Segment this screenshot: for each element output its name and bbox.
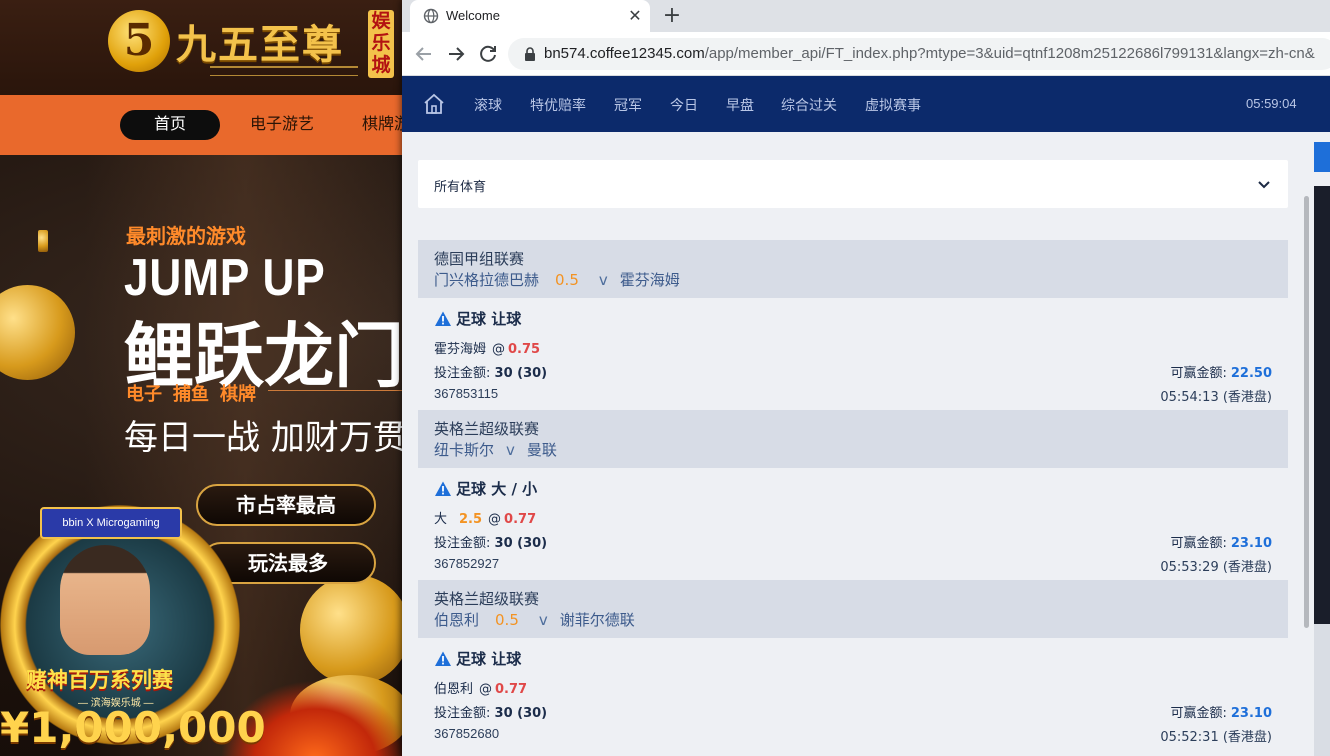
lock-icon[interactable] xyxy=(522,46,538,62)
odds-value: 0.77 xyxy=(495,682,528,697)
coin-decoration xyxy=(38,230,48,252)
bet-type-title: 足球 让球 xyxy=(434,648,521,669)
url-text[interactable]: bn574.coffee12345.com/app/member_api/FT_… xyxy=(544,45,1315,62)
sport-filter-dropdown[interactable]: 所有体育 xyxy=(418,160,1288,208)
nav-best-odds[interactable]: 特优赔率 xyxy=(530,95,586,115)
site-logo-badge: 娱乐城 xyxy=(368,10,394,78)
reload-icon[interactable] xyxy=(476,42,500,66)
logo-5-icon: 5 xyxy=(108,10,170,72)
nav-parlay[interactable]: 综合过关 xyxy=(781,95,837,115)
warning-icon xyxy=(435,651,451,666)
hero-categories: 电子 捕鱼 棋牌 xyxy=(126,384,257,404)
ticket-time: 05:54:13 (香港盘) xyxy=(1160,390,1272,405)
bet-selection: 大 2.5 @0.77 xyxy=(434,512,537,527)
away-team: 霍芬海姆 xyxy=(619,271,680,289)
coin-decoration xyxy=(0,285,75,380)
nav-live[interactable]: 滚球 xyxy=(474,95,502,115)
nav-outright[interactable]: 冠军 xyxy=(614,95,642,115)
bet-type-title: 足球 让球 xyxy=(434,308,521,329)
tab-strip: Welcome ✕ + xyxy=(402,0,1330,32)
vs-label: v xyxy=(506,441,515,459)
bet-ticket: 足球 大 / 小 大 2.5 @0.77 投注金额: 30 (30) 可赢金额: 23… xyxy=(418,468,1288,580)
home-icon[interactable] xyxy=(422,92,446,116)
sport-filter-value: 所有体育 xyxy=(434,180,487,195)
ticket-id: 367853115 xyxy=(434,386,499,401)
app-top-bar: 滚球 特优赔率 冠军 今日 早盘 综合过关 虚拟赛事 05:59:04 xyxy=(402,76,1330,132)
site-logo-text: 九五至尊 xyxy=(176,21,344,68)
odds-value: 0.77 xyxy=(504,512,537,527)
hero-kicker: 最刺激的游戏 xyxy=(126,226,246,248)
page-content: 滚球 特优赔率 冠军 今日 早盘 综合过关 虚拟赛事 05:59:04 所有体育… xyxy=(402,76,1330,756)
promo-title: 赌神百万系列赛 xyxy=(26,668,173,692)
bet-selection: 霍芬海姆 @0.75 xyxy=(434,342,541,357)
league-header: 德国甲组联赛 门兴格拉德巴赫 0.5 v 霍芬海姆 xyxy=(418,240,1288,298)
nav-today[interactable]: 今日 xyxy=(670,95,698,115)
handicap-value: 0.5 xyxy=(495,611,519,629)
browser-window: Welcome ✕ + bn574.coffee12345.com/app/me… xyxy=(402,0,1330,756)
browser-toolbar: bn574.coffee12345.com/app/member_api/FT_… xyxy=(402,32,1330,76)
league-header: 英格兰超级联赛 纽卡斯尔 v 曼联 xyxy=(418,410,1288,468)
league-name: 英格兰超级联赛 xyxy=(434,420,540,438)
bet-ticket: 足球 让球 霍芬海姆 @0.75 投注金额: 30 (30) 可赢金额: 22.50… xyxy=(418,298,1288,410)
league-name: 英格兰超级联赛 xyxy=(434,590,540,608)
browser-tab[interactable]: Welcome ✕ xyxy=(410,0,650,32)
forward-arrow-icon[interactable] xyxy=(444,42,468,66)
warning-icon xyxy=(435,481,451,496)
scrollbar[interactable] xyxy=(1304,196,1309,628)
nav-early[interactable]: 早盘 xyxy=(726,95,754,115)
home-team: 纽卡斯尔 xyxy=(434,441,495,459)
bet-type-title: 足球 大 / 小 xyxy=(434,478,537,499)
home-team: 伯恩利 xyxy=(434,611,480,629)
close-icon[interactable]: ✕ xyxy=(625,6,645,26)
home-team: 门兴格拉德巴赫 xyxy=(434,271,540,289)
handicap-value: 0.5 xyxy=(555,271,579,289)
feature-pill[interactable]: 市占率最高 xyxy=(196,484,376,526)
ticket-id: 367852680 xyxy=(434,726,500,741)
promo-amount: ¥1,000,000 xyxy=(0,703,266,752)
match-line: 伯恩利 0.5 v 谢菲尔德联 xyxy=(434,609,1272,631)
site-nav-slots[interactable]: 电子游艺 xyxy=(250,110,314,140)
globe-icon xyxy=(423,8,439,24)
nav-virtual[interactable]: 虚拟赛事 xyxy=(865,95,921,115)
potential-win: 可赢金额: 22.50 xyxy=(1170,366,1272,381)
match-line: 纽卡斯尔 v 曼联 xyxy=(434,439,1272,461)
tab-title: Welcome xyxy=(446,8,500,23)
address-bar[interactable]: bn574.coffee12345.com/app/member_api/FT_… xyxy=(508,38,1330,70)
hero-headline-en: JUMP UP xyxy=(124,249,326,307)
new-tab-button[interactable]: + xyxy=(660,4,684,28)
bet-ticket: 足球 让球 伯恩利 @0.77 投注金额: 30 (30) 可赢金额: 23.10 … xyxy=(418,638,1288,750)
away-team: 曼联 xyxy=(526,441,557,459)
hero-slogan: 每日一战 加财万贯 xyxy=(124,418,407,458)
chevron-down-icon[interactable] xyxy=(1256,176,1272,192)
coin-decoration xyxy=(300,575,410,685)
promo-portrait xyxy=(60,545,150,655)
match-line: 门兴格拉德巴赫 0.5 v 霍芬海姆 xyxy=(434,269,1272,291)
feedback-icon[interactable] xyxy=(1314,142,1330,172)
side-panel xyxy=(1314,186,1330,626)
stake-amount: 投注金额: 30 (30) xyxy=(434,536,548,551)
site-nav-home[interactable]: 首页 xyxy=(120,110,220,140)
odds-value: 0.75 xyxy=(508,342,541,357)
league-name: 德国甲组联赛 xyxy=(434,250,525,268)
potential-win: 可赢金额: 23.10 xyxy=(1170,706,1272,721)
back-arrow-icon[interactable] xyxy=(412,42,436,66)
warning-icon xyxy=(435,311,451,326)
clock: 05:59:04 xyxy=(1246,96,1297,111)
away-team: 谢菲尔德联 xyxy=(559,611,635,629)
hero-divider xyxy=(268,390,408,391)
vs-label: v xyxy=(598,271,608,289)
ticket-time: 05:53:29 (香港盘) xyxy=(1160,560,1272,575)
bet-history-list: 德国甲组联赛 门兴格拉德巴赫 0.5 v 霍芬海姆 足球 让球 霍芬海姆 @0.75 投… xyxy=(418,240,1288,750)
potential-win: 可赢金额: 23.10 xyxy=(1170,536,1272,551)
stake-amount: 投注金额: 30 (30) xyxy=(434,706,548,721)
vs-label: v xyxy=(538,611,548,629)
ticket-id: 367852927 xyxy=(434,556,500,571)
ticket-time: 05:52:31 (香港盘) xyxy=(1160,730,1272,745)
league-header: 英格兰超级联赛 伯恩利 0.5 v 谢菲尔德联 xyxy=(418,580,1288,638)
side-panel-lower xyxy=(1314,624,1330,756)
logo-ornament xyxy=(210,66,358,76)
promo-partner-badge: bbin X Microgaming xyxy=(40,507,182,539)
stake-amount: 投注金额: 30 (30) xyxy=(434,366,548,381)
bet-selection: 伯恩利 @0.77 xyxy=(434,682,528,697)
